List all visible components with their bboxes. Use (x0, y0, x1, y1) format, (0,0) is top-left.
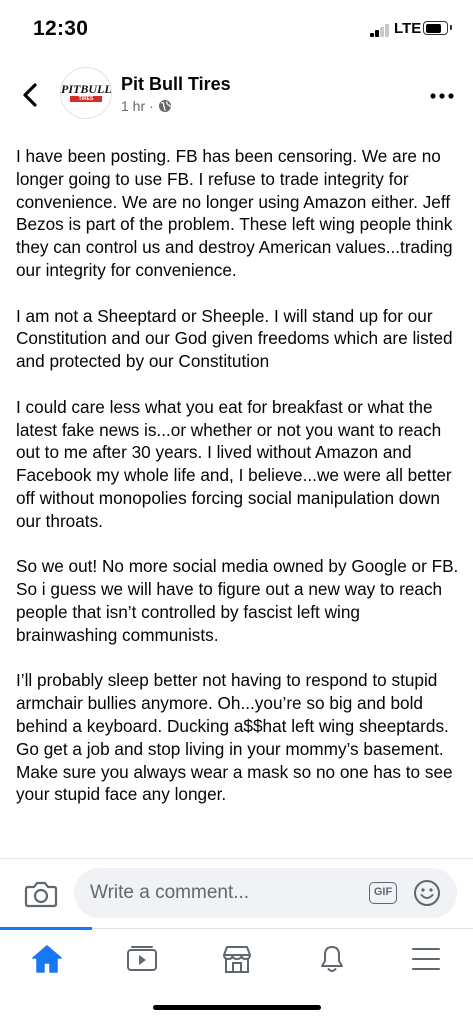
nav-notifications[interactable] (302, 937, 362, 981)
meta-separator: · (149, 98, 154, 114)
comment-input[interactable]: Write a comment... GIF (74, 868, 457, 918)
home-icon (32, 945, 62, 973)
logo-subtext: TIRES (70, 96, 102, 102)
ellipsis-icon (430, 93, 454, 99)
comment-bar: Write a comment... GIF (0, 858, 473, 929)
post-header: PITBULL TIRES Pit Bull Tires 1 hr · (0, 64, 473, 134)
chevron-left-icon (23, 83, 37, 107)
back-button[interactable] (16, 80, 46, 110)
globe-icon (158, 100, 171, 112)
video-play-icon (127, 946, 157, 971)
page-avatar[interactable]: PITBULL TIRES (60, 67, 112, 119)
battery-icon (423, 21, 452, 35)
network-type: LTE (394, 20, 422, 37)
bottom-nav (0, 927, 473, 1025)
status-time: 12:30 (33, 17, 89, 40)
bell-icon (321, 946, 343, 972)
smiley-icon (414, 880, 440, 906)
active-tab-indicator (0, 927, 92, 930)
post-paragraph: I’ll probably sleep better not having to… (16, 670, 453, 805)
post-body: I have been posting. FB has been censori… (16, 145, 462, 829)
page-name[interactable]: Pit Bull Tires (121, 74, 231, 95)
post-paragraph: I have been posting. FB has been censori… (16, 146, 453, 280)
nav-marketplace[interactable] (207, 937, 267, 981)
camera-button[interactable] (24, 879, 58, 909)
status-bar: 12:30 LTE (0, 0, 473, 58)
home-indicator-bar[interactable] (153, 1005, 321, 1010)
comment-placeholder: Write a comment... (90, 882, 250, 903)
post-time[interactable]: 1 hr (121, 98, 145, 114)
post-meta: 1 hr · (121, 98, 172, 114)
hamburger-menu-icon (412, 948, 440, 970)
gif-button[interactable]: GIF (369, 882, 397, 904)
post-paragraph: I am not a Sheeptard or Sheeple. I will … (16, 305, 453, 372)
more-options-button[interactable] (428, 88, 456, 99)
emoji-button[interactable] (413, 879, 441, 907)
nav-watch[interactable] (112, 937, 172, 981)
nav-home[interactable] (17, 937, 77, 981)
cellular-signal-icon (370, 24, 390, 37)
camera-icon (24, 881, 58, 908)
logo-text: PITBULL (61, 82, 112, 96)
nav-menu[interactable] (396, 937, 456, 981)
storefront-icon (223, 946, 251, 973)
post-paragraph: So we out! No more social media owned by… (16, 556, 459, 645)
post-paragraph: I could care less what you eat for break… (16, 396, 452, 531)
